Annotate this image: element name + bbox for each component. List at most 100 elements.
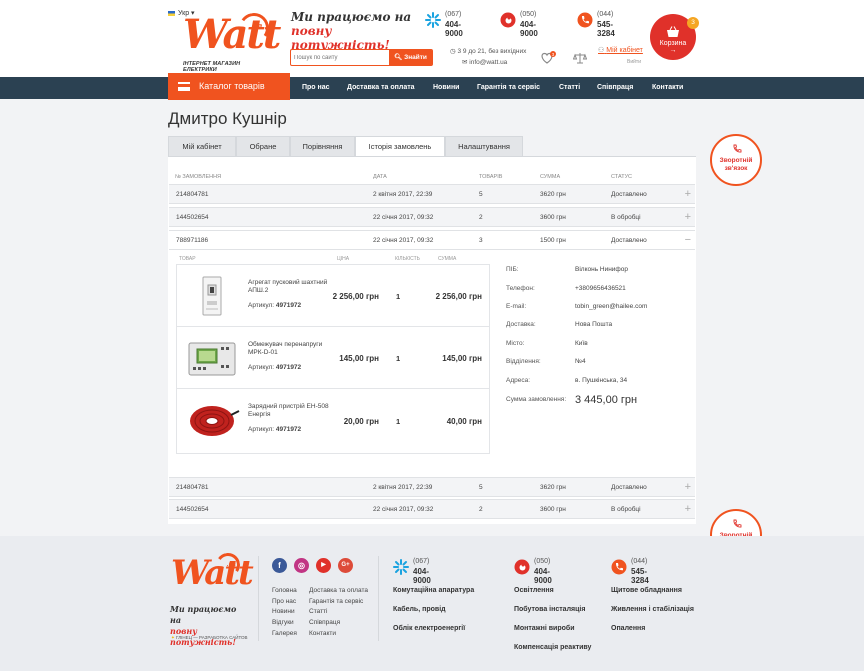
info-value: tobin_green@hailee.com [575, 303, 648, 310]
order-row-expanded[interactable]: 788971186 22 січня 2017, 09:32 3 1500 гр… [169, 230, 695, 250]
order-item: Агрегат пусковий шахтний АПШ.2 Артикул: … [177, 265, 489, 327]
order-item: Обмежувач перенапруги МРК-D-01 Артикул: … [177, 327, 489, 389]
main-nav [0, 77, 864, 99]
footer-category-link[interactable]: Компенсація реактиву [514, 644, 591, 651]
footer-link[interactable]: Галерея [272, 630, 297, 637]
footer-logo[interactable]: Watt .ua [171, 551, 254, 608]
divider [378, 556, 379, 641]
info-value: Київ [575, 340, 588, 347]
phone-icon [733, 519, 742, 528]
info-label: Місто: [506, 340, 525, 347]
expand-icon[interactable]: + [685, 481, 691, 493]
order-row[interactable]: 144502654 22 січня 2017, 09:32 2 3600 гр… [169, 499, 695, 519]
footer-slogan: Ми працюємо на повну потужність! [170, 604, 237, 647]
footer-category-link[interactable]: Монтажні вироби [514, 625, 575, 632]
divider [258, 556, 259, 641]
footer-link[interactable]: Гарантія та сервіс [309, 598, 363, 605]
footer-link[interactable]: Доставка та оплата [309, 587, 368, 594]
heart-icon[interactable]: 3 [540, 51, 556, 65]
email-link[interactable]: ✉ info@watt.ua [462, 58, 507, 66]
footer-link[interactable]: Співпраця [309, 619, 340, 626]
footer-category-link[interactable]: Облік електроенергії [393, 625, 465, 632]
footer-category-link[interactable]: Кабель, провід [393, 606, 446, 613]
col-header-date: Дата [373, 174, 387, 180]
col-header-items: Товарів [479, 174, 503, 180]
nav-item-about[interactable]: Про нас [302, 77, 330, 99]
google-plus-icon[interactable]: G+ [338, 558, 353, 573]
logout-link[interactable]: Вийти [627, 59, 641, 65]
order-row[interactable]: 214804781 2 квітня 2017, 22:39 5 3620 гр… [169, 477, 695, 497]
search-icon: 🔍︎ [394, 54, 403, 61]
search-input[interactable] [294, 52, 391, 63]
tab-settings[interactable]: Налаштування [445, 136, 523, 156]
clock-icon: ◷ [450, 48, 456, 55]
ukraine-flag-icon [168, 10, 175, 16]
footer [0, 536, 864, 671]
info-value: Нова Пошта [575, 321, 613, 328]
detail-header-price: Ціна [337, 256, 350, 262]
info-value: Вілконь Нинифор [575, 266, 629, 273]
cable-coil-image[interactable] [183, 397, 241, 443]
order-row[interactable]: 214804781 2 квітня 2017, 22:39 5 3620 гр… [169, 184, 695, 204]
info-value: в. Пушкінська, 34 [575, 377, 628, 384]
expand-icon[interactable]: + [685, 503, 691, 515]
facebook-icon[interactable]: f [272, 558, 287, 573]
tab-compare[interactable]: Порівняння [290, 136, 355, 156]
nav-item-news[interactable]: Новини [433, 77, 459, 99]
order-total-label: Сумма замовлення: [506, 396, 567, 403]
page-title: Дмитро Кушнір [168, 109, 287, 128]
circuit-breaker-image[interactable] [183, 273, 241, 319]
callback-button[interactable]: Зворотнійзв'язок [710, 134, 762, 186]
nav-item-contacts[interactable]: Контакти [652, 77, 683, 99]
order-row[interactable]: 144502654 22 січня 2017, 09:32 2 3600 гр… [169, 207, 695, 227]
footer-link[interactable]: Головна [272, 587, 297, 594]
vodafone-icon [500, 12, 516, 28]
footer-link[interactable]: Відгуки [272, 619, 294, 626]
detail-header-product: Товар [179, 256, 196, 262]
footer-link[interactable]: Новини [272, 608, 295, 615]
compare-scales-icon[interactable] [573, 52, 587, 64]
vodafone-icon [514, 559, 530, 575]
footer-category-link[interactable]: Комутаційна апаратура [393, 587, 474, 594]
expand-icon[interactable]: + [685, 188, 691, 200]
my-cabinet-link[interactable]: ⚇ Мій кабінет [598, 46, 643, 54]
phone-icon [733, 144, 742, 153]
info-value: +3809656436521 [575, 285, 626, 292]
footer-category-link[interactable]: Опалення [611, 625, 645, 632]
logo[interactable]: Watt .ua ІНТЕРНЕТ МАГАЗИН ЕЛЕКТРИКИ [183, 10, 281, 73]
kyivstar-icon [393, 559, 409, 575]
nav-item-warranty[interactable]: Гарантія та сервіс [477, 77, 540, 99]
footer-category-link[interactable]: Щитове обладнання [611, 587, 682, 594]
logo-tagline: ІНТЕРНЕТ МАГАЗИН ЕЛЕКТРИКИ [183, 61, 241, 73]
footer-category-link[interactable]: Освітлення [514, 587, 554, 594]
catalog-button[interactable]: Каталог товарів [168, 73, 290, 100]
info-label: Телефон: [506, 285, 535, 292]
youtube-icon[interactable]: ▶ [316, 558, 331, 573]
tab-my-cabinet[interactable]: Мій кабінет [168, 136, 236, 156]
nav-item-cooperation[interactable]: Співпраця [597, 77, 633, 99]
footer-category-link[interactable]: Побутова інсталяція [514, 606, 585, 613]
detail-header-quantity: Кількість [395, 256, 420, 262]
tab-order-history[interactable]: Історія замовлень [355, 136, 445, 156]
info-label: E-mail: [506, 303, 527, 310]
instagram-icon[interactable]: ◎ [294, 558, 309, 573]
developer-credit[interactable]: ✦ ГЛІНЕЦ — РАЗРАБОТКА САЙТОВ [171, 635, 248, 641]
info-label: Адреса: [506, 377, 531, 384]
footer-link[interactable]: Статті [309, 608, 327, 615]
footer-link[interactable]: Контакти [309, 630, 336, 637]
footer-link[interactable]: Про нас [272, 598, 296, 605]
developer-logo-icon: ✦ [171, 635, 175, 640]
nav-item-articles[interactable]: Статті [559, 77, 580, 99]
surge-protector-image[interactable] [183, 335, 241, 381]
col-header-status: Статус [611, 174, 633, 180]
nav-item-delivery[interactable]: Доставка та оплата [347, 77, 415, 99]
phone-icon [577, 12, 593, 28]
cart-button[interactable]: Корзина → 3 [650, 14, 699, 60]
search-button[interactable]: 🔍︎ Знайти [389, 49, 432, 66]
tab-favorites[interactable]: Обране [236, 136, 290, 156]
menu-icon [178, 82, 190, 91]
collapse-icon[interactable]: − [685, 234, 691, 246]
footer-category-link[interactable]: Живлення і стабілізація [611, 606, 694, 613]
expand-icon[interactable]: + [685, 211, 691, 223]
header-slogan: Ми працюємо на повну потужність! [291, 10, 412, 52]
